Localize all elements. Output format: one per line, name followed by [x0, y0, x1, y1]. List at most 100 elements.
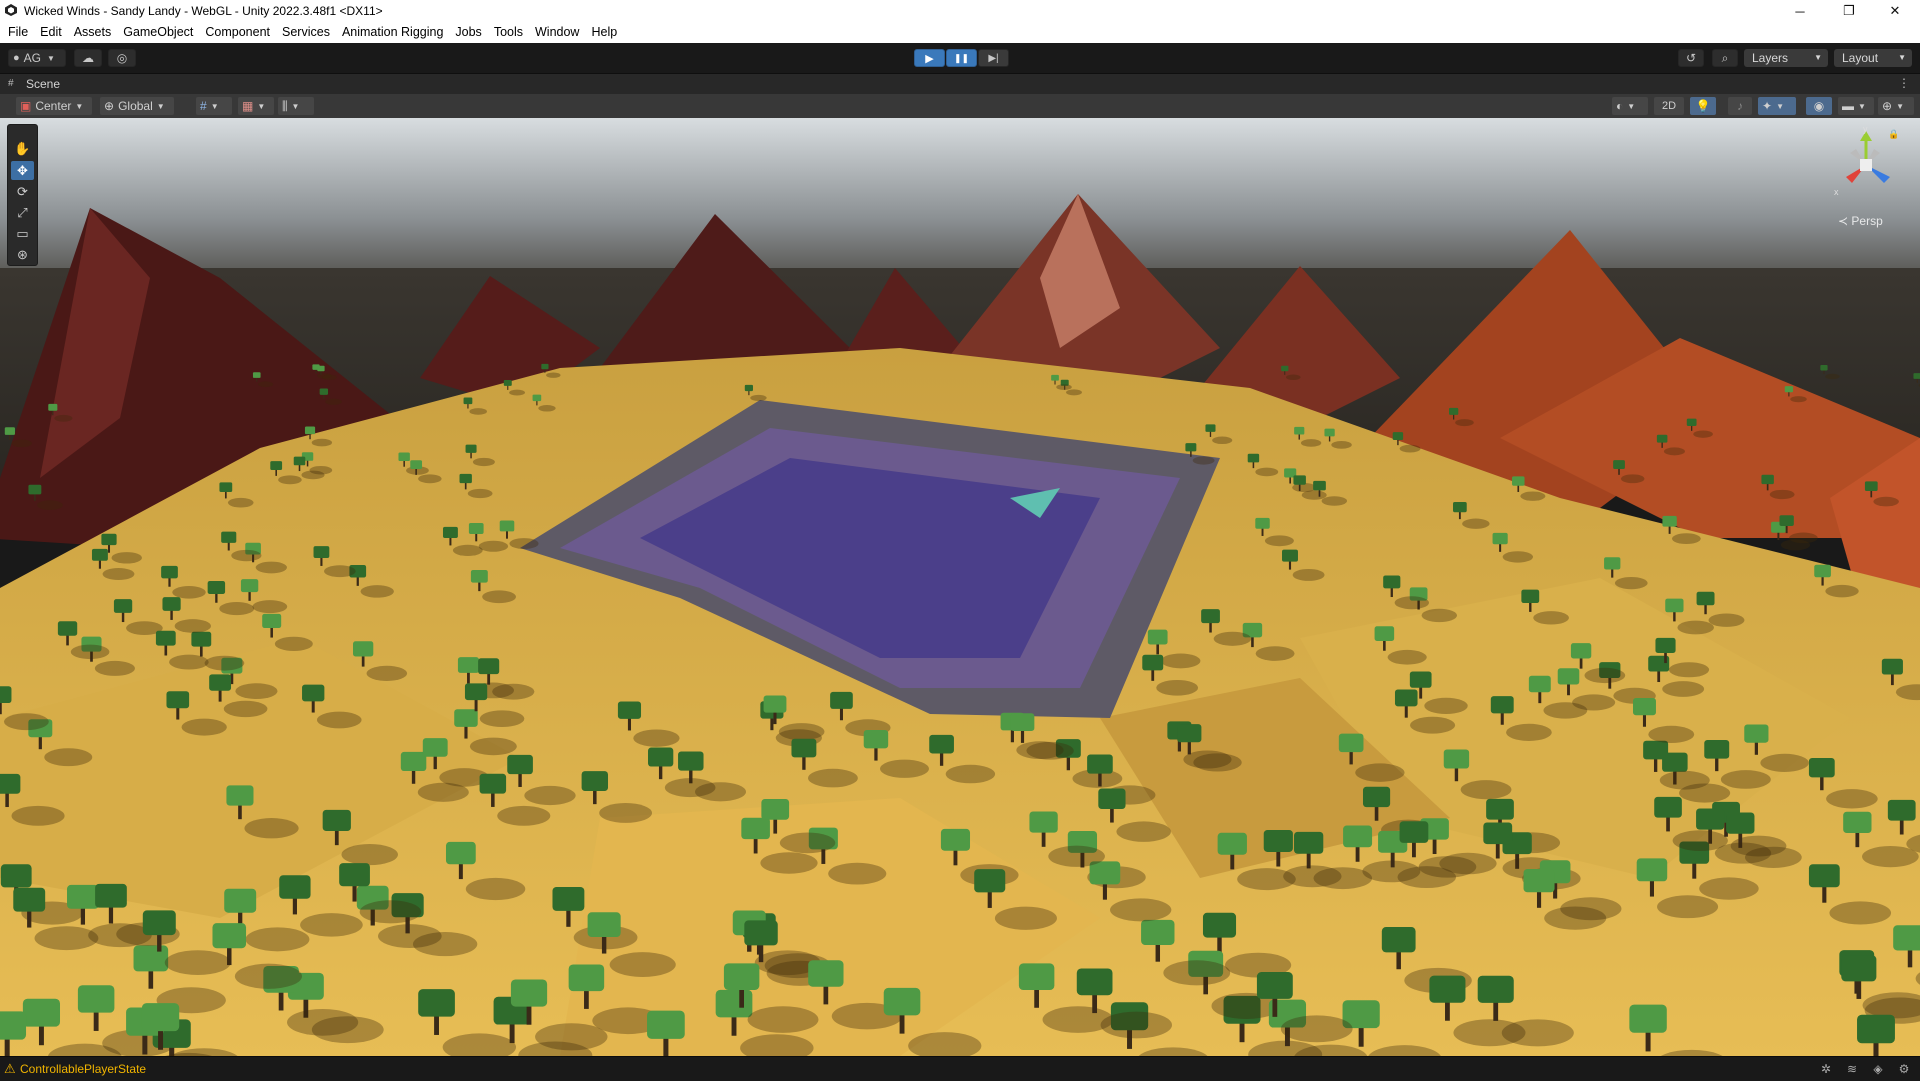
move-tool-icon[interactable]: ✥ [11, 161, 34, 180]
scale-tool-icon[interactable]: ⤢ [11, 203, 34, 222]
console-message[interactable]: ControllablePlayerState [20, 1062, 146, 1076]
orientation-gizmo[interactable]: y x 🔒 [1830, 125, 1902, 205]
tree [0, 864, 32, 888]
tree [1636, 858, 1668, 882]
tree [1887, 799, 1916, 821]
main-toolbar: ● AG ▼ ☁ ◎ ▶ ❚❚ ▶| ↺ ⌕ Layers ▼ Layout ▼ [0, 43, 1920, 74]
gizmo-y-label: y [1863, 125, 1868, 134]
space-dropdown[interactable]: ⊕ Global ▼ [100, 97, 174, 115]
rotate-tool-icon[interactable]: ⟳ [11, 182, 34, 201]
menu-animation-rigging[interactable]: Animation Rigging [336, 22, 449, 43]
tree [883, 987, 921, 1016]
gizmo-center[interactable] [1860, 159, 1872, 171]
pause-button[interactable]: ❚❚ [946, 49, 977, 67]
menu-file[interactable]: File [2, 22, 34, 43]
tree [209, 674, 232, 691]
tree [142, 910, 176, 936]
cloud-button[interactable]: ☁ [74, 49, 102, 67]
projection-label[interactable]: ≺ Persp [1838, 214, 1883, 228]
mode-2d-toggle[interactable]: 2D [1654, 97, 1684, 115]
effects-dropdown[interactable]: ✦ ▼ [1758, 97, 1796, 115]
tree [1512, 476, 1525, 486]
gizmos-dropdown[interactable]: ⊕ ▼ [1878, 97, 1914, 115]
shading-mode-icon: ◐ [1616, 99, 1624, 113]
history-button[interactable]: ↺ [1678, 49, 1704, 67]
camera-dropdown[interactable]: ▬ ▼ [1838, 97, 1874, 115]
tree [252, 372, 261, 378]
tab-scene[interactable]: Scene [26, 77, 60, 91]
bug-icon[interactable]: ✲ [1818, 1062, 1834, 1076]
audio-toggle[interactable]: ♪ [1728, 97, 1752, 115]
gizmo-x-label: x [1834, 187, 1839, 197]
menu-window[interactable]: Window [529, 22, 585, 43]
layout-dropdown[interactable]: Layout ▼ [1834, 49, 1912, 67]
tree [4, 427, 15, 435]
menu-tools[interactable]: Tools [488, 22, 529, 43]
tree [161, 565, 178, 579]
tree [0, 686, 12, 704]
scene-toolbar: ▣ Center ▼ ⊕ Global ▼ # ▼ ▦ ▼ ⫼ ▼ ◐ ▼ 2D… [0, 94, 1920, 119]
tree [1076, 968, 1113, 996]
account-dropdown[interactable]: ● AG ▼ [8, 49, 66, 67]
transform-tool-icon[interactable]: ⊛ [11, 245, 34, 264]
tree [465, 444, 477, 453]
menu-services[interactable]: Services [276, 22, 336, 43]
scene-viewport[interactable] [0, 118, 1920, 1056]
tree [1864, 481, 1878, 491]
chevron-down-icon: ▼ [257, 101, 266, 111]
menu-help[interactable]: Help [585, 22, 623, 43]
rect-tool-icon[interactable]: ▭ [11, 224, 34, 243]
network-icon[interactable]: ◈ [1870, 1062, 1886, 1076]
visibility-toggle[interactable]: ◉ [1806, 97, 1832, 115]
tree [761, 798, 790, 820]
tree [678, 751, 704, 771]
close-button[interactable]: ✕ [1872, 0, 1918, 22]
minimize-button[interactable]: ─ [1777, 0, 1823, 22]
tree [1604, 557, 1621, 570]
globe-icon: ⊕ [104, 99, 115, 113]
scene-tab-bar: # Scene ⋮ [0, 74, 1920, 94]
grid-button[interactable]: ▦ ▼ [238, 97, 274, 115]
tree [155, 630, 176, 646]
step-button[interactable]: ▶| [978, 49, 1009, 67]
tree [240, 579, 259, 593]
layers-dropdown[interactable]: Layers ▼ [1744, 49, 1828, 67]
shading-mode-dropdown[interactable]: ◐ ▼ [1612, 97, 1648, 115]
account-label: AG [23, 51, 41, 65]
layers-status-icon[interactable]: ≋ [1844, 1062, 1860, 1076]
tree [744, 920, 778, 946]
collab-button[interactable]: ◎ [108, 49, 136, 67]
tree [1643, 740, 1669, 760]
menu-gameobject[interactable]: GameObject [117, 22, 199, 43]
tree [581, 771, 609, 791]
lock-icon[interactable]: 🔒 [1888, 129, 1899, 140]
increment-snap-button[interactable]: ⫼ ▼ [278, 97, 314, 115]
tree [1381, 927, 1416, 953]
tree [1483, 822, 1513, 845]
tree [13, 887, 46, 912]
tree [723, 963, 760, 990]
tab-menu-icon[interactable]: ⋮ [1898, 76, 1910, 90]
tree [1217, 832, 1247, 855]
pivot-dropdown[interactable]: ▣ Center ▼ [16, 97, 92, 115]
play-button[interactable]: ▶ [914, 49, 945, 67]
settings-status-icon[interactable]: ⚙ [1896, 1062, 1912, 1076]
menu-edit[interactable]: Edit [34, 22, 68, 43]
tree [1313, 480, 1326, 491]
hand-tool-icon[interactable]: ✋ [11, 139, 34, 158]
tree [212, 923, 247, 949]
search-button[interactable]: ⌕ [1712, 49, 1738, 67]
tree [808, 960, 844, 987]
menu-component[interactable]: Component [199, 22, 276, 43]
tree [262, 613, 282, 629]
tree [1409, 671, 1432, 688]
menu-jobs[interactable]: Jobs [449, 22, 487, 43]
tree [1696, 808, 1725, 830]
tree [1338, 733, 1364, 753]
lighting-toggle[interactable]: 💡 [1690, 97, 1716, 115]
grid-snap-button[interactable]: # ▼ [196, 97, 232, 115]
menu-assets[interactable]: Assets [68, 22, 118, 43]
tree [166, 691, 190, 709]
maximize-button[interactable]: ❐ [1826, 0, 1872, 22]
tree [0, 773, 21, 794]
